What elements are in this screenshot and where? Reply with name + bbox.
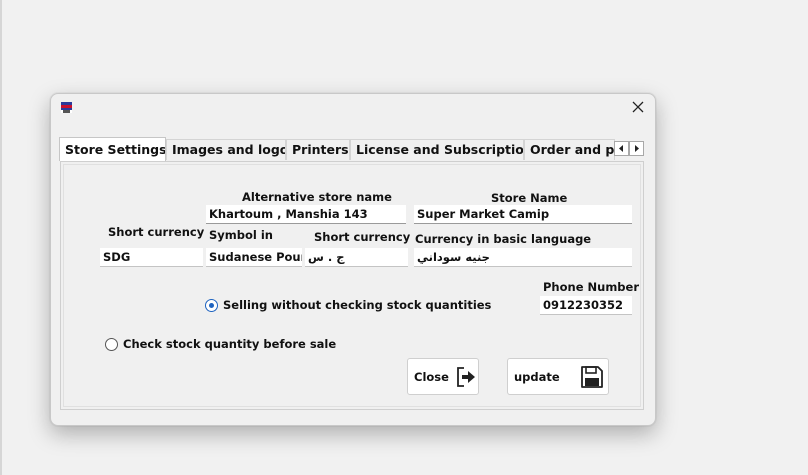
check-stock-before-sale-label[interactable]: Check stock quantity before sale bbox=[123, 337, 336, 351]
currency-basic-language-field[interactable]: جنيه سوداني bbox=[414, 248, 632, 267]
close-button-label: Close bbox=[414, 370, 449, 384]
tab-images-and-logo[interactable]: Images and logo bbox=[166, 139, 286, 160]
short-currency-field-mid[interactable]: ج . س bbox=[305, 248, 408, 267]
close-button[interactable]: Close bbox=[407, 358, 479, 395]
store-settings-dialog: Store Settings Images and logo Printers … bbox=[50, 93, 656, 426]
short-currency-label-mid: Short currency bbox=[314, 230, 411, 244]
store-settings-panel: Alternative store name Store Name Kharto… bbox=[60, 161, 644, 410]
store-name-field[interactable]: Super Market Camip bbox=[414, 205, 632, 224]
chevron-left-icon bbox=[619, 145, 623, 152]
symbol-in-field[interactable]: Sudanese Pound bbox=[206, 248, 302, 267]
short-currency-label-left: Short currency bbox=[108, 225, 205, 239]
selling-without-check-radio[interactable] bbox=[205, 299, 218, 312]
app-icon bbox=[61, 102, 72, 113]
symbol-in-label: Symbol in bbox=[209, 228, 273, 242]
tab-license-and-subscription[interactable]: License and Subscription bbox=[350, 139, 524, 160]
exit-arrow-icon bbox=[457, 367, 475, 387]
tab-scroll-left-button[interactable] bbox=[614, 141, 629, 156]
currency-basic-language-label: Currency in basic language bbox=[415, 232, 592, 246]
short-currency-field-left[interactable]: SDG bbox=[100, 248, 203, 267]
tab-store-settings[interactable]: Store Settings bbox=[59, 137, 166, 161]
alt-store-name-label: Alternative store name bbox=[242, 190, 392, 204]
update-button-label: update bbox=[514, 370, 560, 384]
tab-strip: Store Settings Images and logo Printers … bbox=[59, 137, 645, 161]
chevron-right-icon bbox=[635, 145, 639, 152]
phone-number-field[interactable]: 0912230352 bbox=[540, 296, 632, 315]
tab-printers[interactable]: Printers bbox=[286, 139, 350, 160]
selling-without-check-label[interactable]: Selling without checking stock quantitie… bbox=[223, 298, 491, 312]
check-stock-before-sale-radio[interactable] bbox=[105, 338, 118, 351]
title-bar bbox=[51, 94, 655, 122]
phone-number-label: Phone Number bbox=[543, 280, 640, 294]
store-name-label: Store Name bbox=[491, 191, 568, 205]
alt-store-name-field[interactable]: Khartoum , Manshia 143 bbox=[206, 205, 406, 224]
update-button[interactable]: update bbox=[507, 358, 609, 395]
close-icon[interactable] bbox=[630, 99, 646, 115]
tab-order-and-purchase[interactable]: Order and pu bbox=[524, 139, 615, 160]
tab-scroll-right-button[interactable] bbox=[629, 141, 644, 156]
floppy-disk-icon bbox=[581, 366, 603, 388]
